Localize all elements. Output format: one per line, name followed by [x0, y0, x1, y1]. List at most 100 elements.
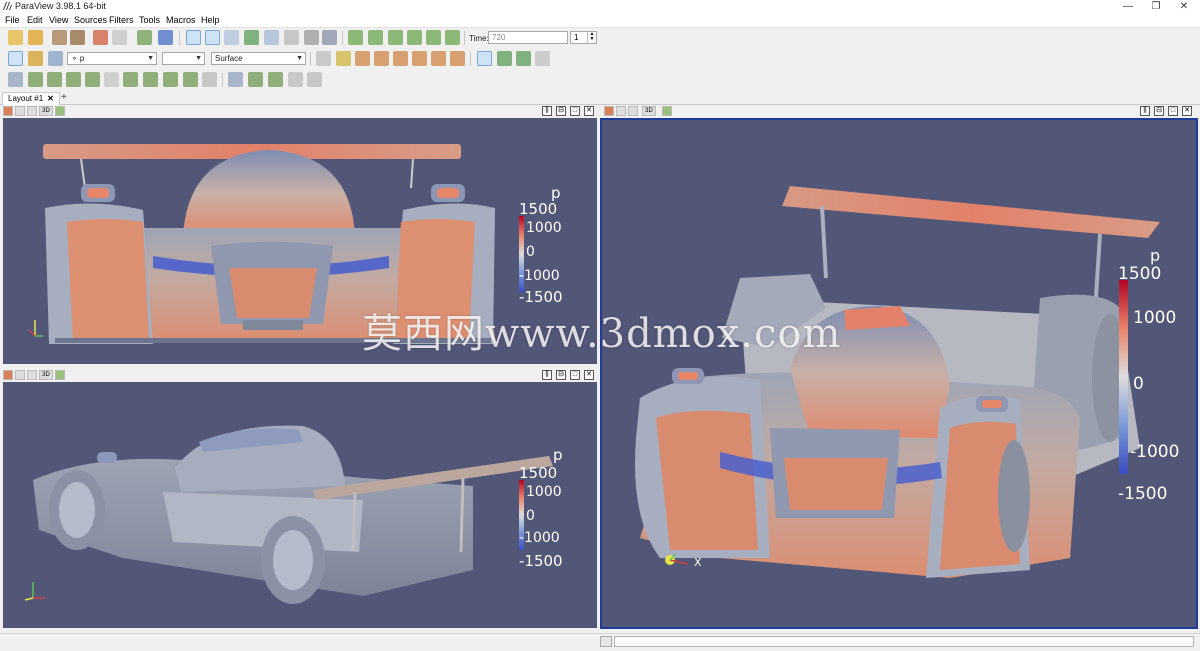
tab-layout-1[interactable]: Layout #1 ✕	[2, 92, 60, 105]
undo-camera-icon[interactable]	[15, 370, 25, 380]
capture-icon[interactable]	[3, 370, 13, 380]
redo-camera-icon[interactable]	[27, 370, 37, 380]
close-button[interactable]: ✕	[1170, 0, 1198, 14]
pick-point-icon[interactable]	[304, 30, 319, 45]
undo-camera-icon[interactable]	[15, 106, 25, 116]
render-view-perspective[interactable]: X p 1500 1000 0 -1000 -1500	[600, 118, 1198, 629]
menu-edit[interactable]: Edit	[27, 15, 43, 25]
warp-vector-icon[interactable]	[163, 72, 178, 87]
reset-center-icon[interactable]	[497, 51, 512, 66]
extract-level-icon[interactable]	[202, 72, 217, 87]
component-select[interactable]: ▼	[162, 52, 205, 65]
view-options-icon[interactable]	[55, 370, 65, 380]
previous-frame-icon[interactable]	[368, 30, 383, 45]
split-horizontal-icon[interactable]: ⫼	[542, 106, 552, 116]
time-step-spinbox[interactable]: 1 ▲ ▼	[570, 31, 597, 44]
save-state-icon[interactable]	[28, 30, 43, 45]
interact-icon[interactable]	[186, 30, 201, 45]
view-plus-x-icon[interactable]	[355, 51, 370, 66]
probe-icon[interactable]	[268, 72, 283, 87]
rotation-icon[interactable]	[535, 51, 550, 66]
close-icon[interactable]: ✕	[47, 94, 54, 103]
close-view-icon[interactable]: ✕	[584, 370, 594, 380]
histogram-icon[interactable]	[288, 72, 303, 87]
redo-icon[interactable]	[112, 30, 127, 45]
capture-icon[interactable]	[604, 106, 614, 116]
contour-icon[interactable]	[28, 72, 43, 87]
view-options-icon[interactable]	[55, 106, 65, 116]
restore-button[interactable]: ❐	[1142, 0, 1170, 14]
redo-camera-icon[interactable]	[27, 106, 37, 116]
spin-arrows-icon[interactable]: ▲ ▼	[587, 32, 596, 43]
select-frustum-icon[interactable]	[244, 30, 259, 45]
server-disconnect-icon[interactable]	[70, 30, 85, 45]
close-view-icon[interactable]: ✕	[584, 106, 594, 116]
open-icon[interactable]	[8, 30, 23, 45]
last-frame-icon[interactable]	[426, 30, 441, 45]
stream-tracer-icon[interactable]	[143, 72, 158, 87]
slice-icon[interactable]	[66, 72, 81, 87]
first-frame-icon[interactable]	[348, 30, 363, 45]
glyph-icon[interactable]	[123, 72, 138, 87]
representation-select[interactable]: Surface ▼	[211, 52, 306, 65]
maximize-icon[interactable]: □	[570, 370, 580, 380]
toggle-3d-button[interactable]: 3D	[39, 106, 53, 116]
menu-file[interactable]: File	[5, 15, 20, 25]
split-vertical-icon[interactable]: ⊟	[556, 370, 566, 380]
split-horizontal-icon[interactable]: ⫼	[1140, 106, 1150, 116]
color-variable-select[interactable]: ⚬ p ▼	[67, 52, 157, 65]
close-view-icon[interactable]: ✕	[1182, 106, 1192, 116]
toggle-3d-button[interactable]: 3D	[39, 370, 53, 380]
maximize-icon[interactable]: □	[570, 106, 580, 116]
view-plus-z-icon[interactable]	[431, 51, 446, 66]
abort-icon[interactable]	[600, 636, 612, 647]
undo-camera-icon[interactable]	[616, 106, 626, 116]
view-plus-y-icon[interactable]	[393, 51, 408, 66]
select-points-icon[interactable]	[224, 30, 239, 45]
view-options-icon[interactable]	[662, 106, 672, 116]
maximize-icon[interactable]: □	[1168, 106, 1178, 116]
split-vertical-icon[interactable]: ⊟	[556, 106, 566, 116]
pick-center-icon[interactable]	[516, 51, 531, 66]
menu-help[interactable]: Help	[201, 15, 220, 25]
toggle-3d-button[interactable]: 3D	[642, 106, 656, 116]
menu-tools[interactable]: Tools	[139, 15, 160, 25]
edit-colormap-icon[interactable]	[28, 51, 43, 66]
calculator-icon[interactable]	[8, 72, 23, 87]
capture-icon[interactable]	[3, 106, 13, 116]
zoom-to-data-icon[interactable]	[336, 51, 351, 66]
group-datasets-icon[interactable]	[183, 72, 198, 87]
next-frame-icon[interactable]	[407, 30, 422, 45]
play-icon[interactable]	[388, 30, 403, 45]
rescale-range-icon[interactable]	[48, 51, 63, 66]
color-legend-icon[interactable]	[8, 51, 23, 66]
show-center-icon[interactable]	[477, 51, 492, 66]
clear-selection-icon[interactable]	[322, 30, 337, 45]
split-vertical-icon[interactable]: ⊟	[1154, 106, 1164, 116]
spreadsheet-icon[interactable]	[228, 72, 243, 87]
select-polygon-icon[interactable]	[284, 30, 299, 45]
split-horizontal-icon[interactable]: ⫼	[542, 370, 552, 380]
view-minus-x-icon[interactable]	[374, 51, 389, 66]
extract-subset-icon[interactable]	[104, 72, 119, 87]
select-block-icon[interactable]	[264, 30, 279, 45]
undo-icon[interactable]	[93, 30, 108, 45]
view-minus-y-icon[interactable]	[412, 51, 427, 66]
add-tab-button[interactable]: +	[61, 92, 67, 104]
menu-macros[interactable]: Macros	[166, 15, 196, 25]
server-connect-icon[interactable]	[52, 30, 67, 45]
clip-icon[interactable]	[47, 72, 62, 87]
reset-camera-icon[interactable]	[316, 51, 331, 66]
loop-icon[interactable]	[445, 30, 460, 45]
threshold-icon[interactable]	[85, 72, 100, 87]
select-cells-icon[interactable]	[205, 30, 220, 45]
time-input[interactable]: 720	[488, 31, 568, 44]
menu-sources[interactable]: Sources	[74, 15, 107, 25]
redo-camera-icon[interactable]	[628, 106, 638, 116]
camera-undo-icon[interactable]	[137, 30, 152, 45]
minimize-button[interactable]: —	[1114, 0, 1142, 14]
render-view-side[interactable]: p 1500 1000 0 -1000 -1500	[3, 382, 597, 628]
plot-over-line-icon[interactable]	[248, 72, 263, 87]
view-minus-z-icon[interactable]	[450, 51, 465, 66]
help-icon[interactable]	[158, 30, 173, 45]
